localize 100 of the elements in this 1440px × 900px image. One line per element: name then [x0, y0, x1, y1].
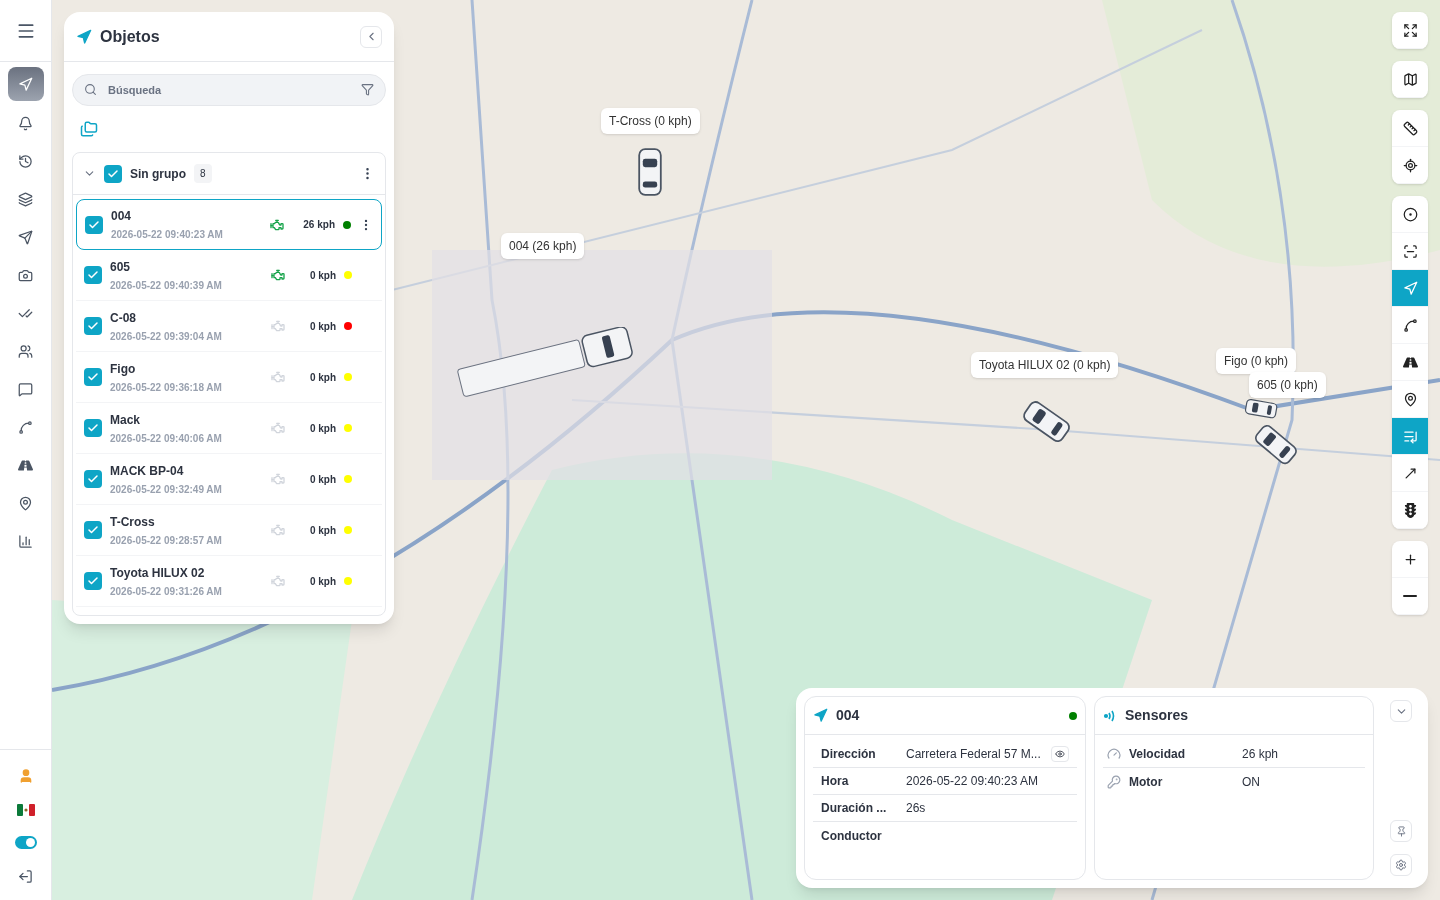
checkbox[interactable] [85, 215, 103, 234]
object-row[interactable]: 605 2026-05-22 09:40:39 AM 0 kph [76, 250, 382, 301]
route-icon [18, 419, 33, 435]
check-icon [87, 320, 99, 332]
checkbox[interactable] [84, 317, 102, 335]
list-navigation-icon [1402, 428, 1418, 444]
pin-button[interactable] [1390, 820, 1412, 842]
object-time: 2026-05-22 09:31:26 AM [110, 584, 223, 599]
object-time: 2026-05-22 09:39:04 AM [110, 329, 223, 344]
check-icon [107, 167, 119, 180]
object-name: MACK BP-04 [110, 462, 185, 480]
object-name: C-08 [110, 309, 137, 327]
vehicle-label: Figo (0 kph) [1216, 348, 1297, 374]
check-icon [87, 524, 99, 536]
checkbox[interactable] [84, 572, 102, 590]
object-name: T-Cross [110, 513, 156, 531]
fullscreen-icon [1402, 22, 1418, 38]
speed-text: 26 kph [302, 218, 335, 232]
ruler-icon [1402, 120, 1418, 136]
send-icon [18, 229, 33, 245]
check-icon [87, 269, 99, 281]
traffic-light-icon [1402, 502, 1418, 518]
users-icon [18, 343, 33, 359]
field-value: 26 kph [1242, 746, 1279, 763]
car-icon[interactable] [638, 148, 662, 196]
checkbox[interactable] [84, 266, 102, 284]
navigation-icon [813, 708, 828, 723]
object-time: 2026-05-22 09:32:49 AM [110, 482, 223, 497]
logout-icon[interactable] [18, 869, 33, 884]
vehicle-label: 605 (0 kph) [1249, 372, 1326, 398]
field-value: 2026-05-22 09:40:23 AM [906, 773, 1040, 790]
check-icon [88, 218, 100, 231]
group-name: Sin grupo [130, 165, 186, 183]
navigation-icon [1402, 280, 1418, 296]
object-name: Figo [110, 360, 137, 378]
vehicle-label: T-Cross (0 kph) [601, 108, 700, 134]
speed-text: 0 kph [308, 370, 336, 385]
card-title: 004 [836, 706, 860, 725]
map-pin-icon [1402, 391, 1418, 407]
speed-text: 0 kph [308, 319, 336, 334]
check-icon [87, 473, 99, 485]
search-field[interactable]: Búsqueda [72, 74, 386, 106]
checkbox[interactable] [84, 419, 102, 437]
checkbox[interactable] [84, 521, 102, 539]
sidebar-button[interactable] [7, 67, 44, 101]
collapse-button[interactable] [1390, 700, 1412, 722]
object-time: 2026-05-22 09:36:18 AM [110, 380, 223, 395]
object-row[interactable]: Toyota HILUX 02 2026-05-22 09:31:26 AM 0 kph [76, 556, 382, 607]
checkbox[interactable] [84, 470, 102, 488]
chat-icon [18, 381, 33, 397]
eye-icon [1055, 749, 1065, 759]
field-label: Dirección [821, 746, 877, 763]
object-time: 2026-05-22 09:28:57 AM [110, 533, 223, 548]
filter-icon[interactable] [361, 83, 374, 96]
collapse-button[interactable] [360, 25, 382, 48]
navigation-icon [18, 76, 33, 92]
field-value: Carretera Federal 57 M... [906, 746, 1042, 763]
object-row[interactable]: Figo 2026-05-22 09:36:18 AM 0 kph [76, 352, 382, 403]
object-time: 2026-05-22 09:40:23 AM [111, 228, 224, 242]
navigation-icon [76, 28, 92, 45]
speed-text: 0 kph [308, 472, 336, 487]
object-name: Toyota HILUX 02 [110, 564, 206, 582]
field-value: 26s [906, 800, 927, 817]
layers-icon [18, 191, 33, 207]
field-label: Conductor [821, 827, 883, 845]
speed-text: 0 kph [308, 523, 336, 538]
search-icon [84, 83, 97, 96]
map-type-icon [1402, 71, 1418, 87]
object-name: Mack [110, 411, 142, 429]
object-row[interactable]: MACK BP-04 2026-05-22 09:32:49 AM 0 kph [76, 454, 382, 505]
car-icon[interactable] [1244, 398, 1279, 420]
checkbox[interactable] [84, 368, 102, 386]
signal-icon [1103, 708, 1117, 723]
object-row[interactable]: C-08 2026-05-22 09:39:04 AM 0 kph [76, 301, 382, 352]
object-row[interactable]: Mack 2026-05-22 09:40:06 AM 0 kph [76, 403, 382, 454]
folders-icon[interactable] [80, 120, 98, 138]
key-icon [1107, 774, 1121, 789]
field-label: Motor [1129, 773, 1164, 791]
eye-button[interactable] [1051, 746, 1069, 762]
field-label: Velocidad [1129, 746, 1187, 763]
check-icon [87, 371, 99, 383]
speed-text: 0 kph [308, 268, 336, 283]
focus-icon [1402, 243, 1418, 259]
route-icon [1402, 317, 1418, 333]
object-time: 2026-05-22 09:40:39 AM [110, 278, 223, 293]
checkbox[interactable] [104, 164, 122, 183]
count-badge: 8 [194, 164, 212, 183]
vehicle-label: Toyota HILUX 02 (0 kph) [971, 352, 1119, 378]
field-label: Hora [821, 773, 850, 790]
flag-icon[interactable] [16, 804, 35, 816]
object-name: 605 [110, 258, 132, 276]
object-row[interactable]: T-Cross 2026-05-22 09:28:57 AM 0 kph [76, 505, 382, 556]
field-value: ON [1242, 773, 1260, 791]
zoom-in-icon [1402, 551, 1418, 567]
settings-button[interactable] [1390, 854, 1412, 876]
dark-mode-toggle[interactable] [14, 836, 37, 849]
vehicle-label: 004 (26 kph) [501, 233, 585, 259]
check-icon [87, 422, 99, 434]
object-row[interactable]: 004 2026-05-22 09:40:23 AM 26 kph [76, 199, 382, 250]
navigation-button[interactable] [1392, 270, 1428, 307]
